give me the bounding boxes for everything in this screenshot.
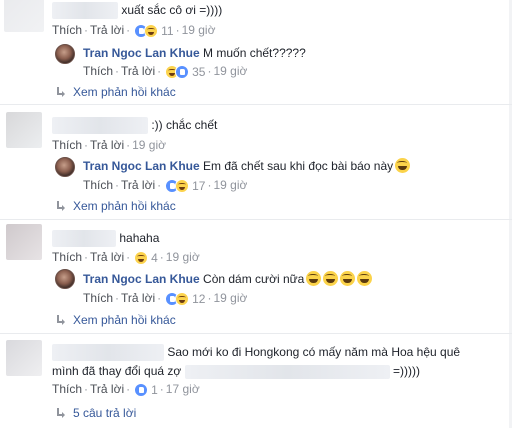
replier-avatar[interactable]: [55, 269, 75, 289]
like-link[interactable]: Thích: [52, 250, 82, 264]
haha-reaction-icon: [175, 178, 190, 193]
view-more-replies-link[interactable]: Xem phản hồi khác: [55, 198, 176, 214]
comment-actions: Thích · Trả lời · 4 · 19 giờ: [52, 250, 200, 266]
reply-actions: Thích · Trả lời · 35 · 19 giờ: [83, 64, 248, 80]
like-link[interactable]: Thích: [83, 64, 113, 78]
view-more-replies-link[interactable]: Xem phản hồi khác: [55, 84, 176, 100]
reply-text: M muốn chết?????: [203, 46, 306, 60]
comment-time[interactable]: 17 giờ: [166, 382, 200, 396]
reaction-count: 35: [192, 64, 206, 79]
comment-actions: Thích · Trả lời · 1 · 17 giờ: [52, 382, 200, 398]
haha-reaction-icon: [144, 23, 159, 38]
reaction-count: 12: [192, 291, 206, 306]
reply-body: Tran Ngoc Lan Khue Em đã chết sau khi đọ…: [83, 158, 411, 174]
divider: [0, 219, 512, 220]
commenter-name-redacted[interactable]: [52, 344, 164, 362]
reaction-count: 11: [161, 23, 174, 38]
replier-name[interactable]: Tran Ngoc Lan Khue: [83, 272, 200, 286]
comment-time[interactable]: 19 giờ: [132, 138, 166, 152]
commenter-avatar[interactable]: [4, 0, 44, 32]
reaction-summary[interactable]: 17: [165, 178, 205, 194]
reply-arrow-icon: [55, 408, 65, 418]
reply-time[interactable]: 19 giờ: [213, 291, 247, 305]
reply-link[interactable]: Trả lời: [121, 64, 155, 78]
commenter-name-redacted[interactable]: [52, 117, 148, 135]
reaction-count: 4: [151, 250, 158, 265]
like-link[interactable]: Thích: [52, 138, 82, 152]
divider: [0, 104, 512, 105]
reply-link[interactable]: Trả lời: [90, 250, 124, 264]
divider: [0, 333, 512, 334]
haha-reaction-icon: [175, 291, 190, 306]
reply-body: Tran Ngoc Lan Khue Còn dám cười nữa: [83, 271, 373, 287]
comment-body: xuất sắc cô ơi =)))): [52, 2, 223, 20]
reply-arrow-icon: [55, 87, 65, 97]
comment-actions: Thích · Trả lời · 11 · 19 giờ: [52, 23, 216, 39]
comment-text-line-1: Sao mới ko đi Hongkong có mấy năm mà Hoa…: [167, 345, 461, 359]
comment-time[interactable]: 19 giờ: [182, 23, 216, 37]
commenter-avatar[interactable]: [6, 112, 42, 148]
reply-text: Em đã chết sau khi đọc bài báo này: [203, 159, 394, 173]
reaction-summary[interactable]: 11: [134, 23, 174, 39]
comment-body: Sao mới ko đi Hongkong có mấy năm mà Hoa…: [52, 344, 502, 380]
commenter-avatar[interactable]: [6, 224, 42, 260]
comment-text-line-2-end: =))))): [392, 364, 420, 379]
comment-text: xuất sắc cô ơi =)))): [121, 3, 223, 17]
comment-text-line-2: mình đã thay đổi quá zợ: [52, 364, 182, 379]
haha-reaction-icon: [134, 250, 149, 265]
comment-text: :)) chắc chết: [151, 118, 218, 132]
comment-actions: Thích · Trả lời · 19 giờ: [52, 138, 166, 152]
reaction-summary[interactable]: 1: [134, 382, 158, 398]
reaction-summary[interactable]: 4: [134, 250, 158, 266]
comment-text: hahaha: [119, 231, 160, 245]
reaction-summary[interactable]: 35: [165, 64, 205, 80]
reply-link[interactable]: Trả lời: [90, 382, 124, 396]
laughing-emoji-icon: [306, 271, 322, 286]
view-more-replies-link[interactable]: Xem phản hồi khác: [55, 312, 176, 328]
reply-link[interactable]: Trả lời: [90, 138, 124, 152]
reply-actions: Thích · Trả lời · 12 · 19 giờ: [83, 291, 248, 307]
reaction-count: 1: [151, 382, 158, 397]
commenter-name-redacted[interactable]: [52, 230, 116, 248]
laughing-emoji-icon: [323, 271, 339, 286]
laughing-emoji-icon: [395, 158, 411, 173]
like-link[interactable]: Thích: [52, 23, 82, 37]
replier-avatar[interactable]: [55, 157, 75, 177]
reply-link[interactable]: Trả lời: [90, 23, 124, 37]
reply-body: Tran Ngoc Lan Khue M muốn chết?????: [83, 45, 306, 61]
replier-name[interactable]: Tran Ngoc Lan Khue: [83, 46, 200, 60]
comment-body: hahaha: [52, 230, 160, 248]
reply-actions: Thích · Trả lời · 17 · 19 giờ: [83, 178, 248, 194]
comment-time[interactable]: 19 giờ: [166, 250, 200, 264]
comment-body: :)) chắc chết: [52, 117, 218, 135]
view-replies-link[interactable]: 5 câu trả lời: [55, 405, 136, 421]
replier-name[interactable]: Tran Ngoc Lan Khue: [83, 159, 200, 173]
like-link[interactable]: Thích: [83, 178, 113, 192]
like-link[interactable]: Thích: [83, 291, 113, 305]
replier-avatar[interactable]: [55, 44, 75, 64]
reply-time[interactable]: 19 giờ: [213, 64, 247, 78]
reply-arrow-icon: [55, 201, 65, 211]
reply-link[interactable]: Trả lời: [121, 178, 155, 192]
reaction-count: 17: [192, 178, 206, 193]
commenter-name-redacted[interactable]: [52, 2, 118, 20]
reply-arrow-icon: [55, 315, 65, 325]
laughing-emoji-icon: [357, 271, 373, 286]
reply-time[interactable]: 19 giờ: [213, 178, 247, 192]
like-reaction-icon: [134, 382, 149, 397]
redacted-text: [184, 365, 390, 380]
like-link[interactable]: Thích: [52, 382, 82, 396]
like-reaction-icon: [175, 64, 190, 79]
reply-text: Còn dám cười nữa: [203, 272, 305, 286]
laughing-emoji-icon: [340, 271, 356, 286]
reaction-summary[interactable]: 12: [165, 291, 205, 307]
commenter-avatar[interactable]: [6, 340, 42, 376]
reply-link[interactable]: Trả lời: [121, 291, 155, 305]
